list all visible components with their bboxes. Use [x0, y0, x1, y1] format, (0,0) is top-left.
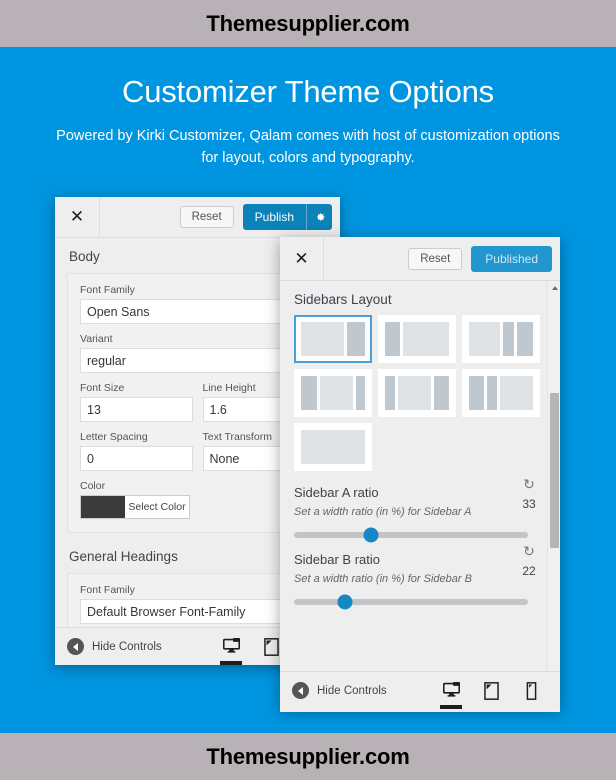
device-desktop-button[interactable]	[438, 672, 464, 709]
layout-block	[320, 376, 354, 410]
right-device-switcher	[438, 672, 560, 709]
layout-option-sidebar-content-thin-sidebar[interactable]	[294, 369, 372, 417]
scrollbar-thumb[interactable]	[550, 393, 559, 549]
hero-subtitle: Powered by Kirki Customizer, Qalam comes…	[56, 128, 560, 167]
layout-block	[301, 376, 318, 410]
ratio-sliders: Sidebar A ratio Set a width ratio (in %) …	[294, 471, 546, 610]
layout-block	[347, 322, 365, 356]
layout-block	[301, 322, 345, 356]
publish-button[interactable]: Publish	[242, 204, 332, 230]
layout-block	[356, 376, 365, 410]
reset-button[interactable]: Reset	[179, 206, 234, 228]
slider-value: 33	[522, 497, 536, 511]
hide-controls-button[interactable]: Hide Controls	[280, 682, 387, 699]
right-panel-body: Sidebars Layout Sidebar A ratio Set a wid…	[280, 281, 560, 712]
slider-title: Sidebar A ratio	[294, 485, 379, 500]
device-mobile-button[interactable]	[518, 672, 544, 709]
layout-block	[385, 376, 395, 410]
layout-block	[499, 376, 533, 410]
hide-controls-label: Hide Controls	[317, 684, 387, 697]
layout-block	[502, 322, 514, 356]
right-panel-header: ✕ Reset Published	[280, 237, 560, 281]
layout-block	[516, 322, 533, 356]
slider-handle[interactable]	[337, 594, 353, 610]
left-panel-header: ✕ Reset Publish	[55, 197, 340, 238]
page-title: Customizer Theme Options	[122, 74, 494, 109]
layout-option-two-left-sidebars-content[interactable]	[462, 369, 540, 417]
close-icon[interactable]: ✕	[55, 197, 100, 237]
reset-button[interactable]: Reset	[408, 247, 463, 270]
sidebars-layout-grid	[294, 315, 546, 471]
layout-block	[434, 376, 449, 410]
slider-control-1: Sidebar B ratio Set a width ratio (in %) …	[294, 538, 546, 610]
color-picker[interactable]: Select Color	[80, 495, 190, 519]
slider-side: ↻ 33	[512, 477, 546, 511]
slider-description: Set a width ratio (in %) for Sidebar A	[294, 506, 472, 518]
letter-spacing-input[interactable]: 0	[80, 446, 193, 471]
color-swatch[interactable]	[81, 496, 125, 518]
select-color-button[interactable]: Select Color	[125, 496, 189, 518]
layout-block	[469, 376, 484, 410]
publish-button-label[interactable]: Publish	[242, 204, 306, 230]
left-header-actions: Reset Publish	[100, 197, 340, 237]
layout-option-content-right-sidebar[interactable]	[294, 315, 372, 363]
layout-block	[486, 376, 497, 410]
slider-control-0: Sidebar A ratio Set a width ratio (in %) …	[294, 471, 546, 543]
bottom-brand-bar: Themesupplier.com	[0, 733, 616, 780]
field-label-letter-spacing: Letter Spacing	[80, 431, 148, 443]
published-button-label[interactable]: Published	[471, 245, 552, 272]
hide-controls-label: Hide Controls	[92, 640, 162, 653]
field-letter-spacing: Letter Spacing 0	[80, 431, 193, 471]
layout-block	[469, 322, 500, 356]
published-button[interactable]: Published	[471, 245, 552, 272]
layout-block	[397, 376, 432, 410]
slider-row: ↻ 22	[294, 544, 546, 610]
layout-block	[385, 322, 401, 356]
top-brand-bar: Themesupplier.com	[0, 0, 616, 47]
customizer-panel-right: ✕ Reset Published Sidebars Layout Sideba…	[280, 237, 560, 712]
brand-text-bottom: Themesupplier.com	[206, 743, 410, 769]
layout-block	[301, 430, 365, 464]
slider-side: ↻ 22	[512, 544, 546, 578]
right-panel-footer: Hide Controls	[280, 671, 560, 709]
sidebars-layout-section: Sidebars Layout Sidebar A ratio Set a wid…	[280, 281, 560, 610]
layout-option-thin-sidebar-content-sidebar[interactable]	[378, 369, 456, 417]
slider-title: Sidebar B ratio	[294, 552, 380, 567]
panel-scrollbar[interactable]	[547, 281, 560, 712]
scroll-up-arrow-icon[interactable]	[548, 281, 560, 294]
font-size-input[interactable]: 13	[80, 397, 193, 422]
layout-block	[403, 322, 449, 356]
collapse-arrow-icon[interactable]	[67, 638, 84, 655]
layout-option-full-width-no-sidebar[interactable]	[294, 423, 372, 471]
layout-option-left-sidebar-content[interactable]	[378, 315, 456, 363]
device-desktop-button[interactable]	[218, 628, 244, 665]
right-header-actions: Reset Published	[324, 237, 560, 280]
close-icon[interactable]: ✕	[280, 237, 324, 280]
field-label-font-size: Font Size	[80, 382, 125, 394]
slider-value: 22	[522, 564, 536, 578]
field-font-size: Font Size 13	[80, 382, 193, 422]
reset-circular-arrow-icon[interactable]: ↻	[512, 477, 546, 491]
hide-controls-button[interactable]: Hide Controls	[55, 638, 162, 655]
brand-text-top: Themesupplier.com	[206, 10, 410, 36]
gear-icon[interactable]	[306, 204, 332, 230]
collapse-arrow-icon[interactable]	[292, 682, 309, 699]
slider-description: Set a width ratio (in %) for Sidebar B	[294, 573, 472, 585]
reset-circular-arrow-icon[interactable]: ↻	[512, 544, 546, 558]
layout-option-content-two-right-sidebars[interactable]	[462, 315, 540, 363]
sidebars-layout-title: Sidebars Layout	[294, 292, 392, 307]
slider-track[interactable]	[294, 594, 528, 610]
device-tablet-button[interactable]	[478, 672, 504, 709]
